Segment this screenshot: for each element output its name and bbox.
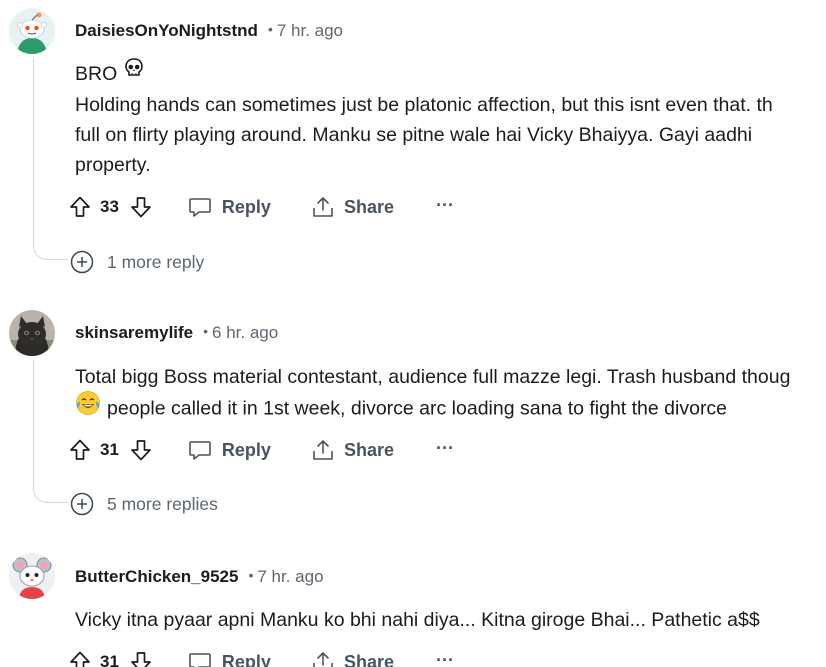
downvote-icon[interactable] — [125, 434, 157, 466]
more-options-label: ··· — [435, 437, 454, 458]
downvote-icon[interactable] — [125, 646, 157, 667]
share-label: Share — [343, 651, 394, 667]
avatar[interactable] — [9, 553, 55, 599]
upvote-icon[interactable] — [64, 646, 96, 667]
snoo-avatar-green-icon — [9, 8, 55, 54]
comment-text: people called it in 1st week, divorce ar… — [107, 397, 728, 420]
separator-dot: • — [267, 21, 273, 37]
downvote-icon[interactable] — [125, 191, 157, 223]
more-options-label: ··· — [435, 649, 454, 667]
comment-line: BRO — [75, 57, 826, 90]
reply-label: Reply — [221, 439, 271, 460]
vote-count: 31 — [100, 652, 119, 667]
skull-emoji — [123, 57, 145, 88]
expand-plus-icon — [70, 250, 94, 274]
avatar[interactable] — [9, 8, 55, 54]
comment-text: BRO — [75, 63, 118, 85]
vote-count: 31 — [100, 440, 119, 459]
timestamp[interactable]: 7 hr. ago — [277, 21, 343, 40]
separator-dot: • — [248, 567, 254, 583]
vote-group: 33 — [64, 189, 157, 225]
comment-actions: 31 Reply Share ··· — [64, 644, 454, 667]
share-icon — [313, 652, 333, 667]
more-options-icon[interactable]: ··· — [436, 642, 454, 667]
username[interactable]: ButterChicken_9525 — [75, 567, 238, 586]
share-button[interactable]: Share — [311, 432, 394, 468]
more-replies-button[interactable]: 5 more replies — [70, 491, 218, 517]
more-replies-label: 1 more reply — [107, 251, 205, 272]
upvote-icon[interactable] — [64, 434, 96, 466]
more-options-label: ··· — [435, 194, 454, 215]
username[interactable]: DaisiesOnYoNightstnd — [75, 21, 258, 40]
vote-group: 31 — [64, 432, 157, 468]
comment-body: Total bigg Boss material contestant, aud… — [75, 362, 826, 427]
username[interactable]: skinsaremylife — [75, 323, 193, 342]
comment-actions: 31 Reply Share ··· — [64, 432, 454, 468]
share-icon — [313, 440, 333, 460]
comment-meta: skinsaremylife • 6 hr. ago — [75, 321, 278, 345]
reply-button[interactable]: Reply — [187, 644, 271, 667]
vote-count: 33 — [100, 197, 119, 216]
expand-plus-icon — [70, 492, 94, 516]
share-button[interactable]: Share — [311, 644, 394, 667]
comment-meta: ButterChicken_9525 • 7 hr. ago — [75, 565, 324, 589]
vote-group: 31 — [64, 644, 157, 667]
reply-label: Reply — [221, 196, 271, 217]
comment-line: Total bigg Boss material contestant, aud… — [75, 366, 791, 388]
comment-line: full on flirty playing around. Manku se … — [75, 124, 753, 147]
comment-body: BRO Holding hands can sometimes just be … — [75, 57, 826, 180]
timestamp[interactable]: 7 hr. ago — [257, 567, 323, 586]
reply-label: Reply — [221, 651, 271, 667]
comment-line: Vicky itna pyaar apni Manku ko bhi nahi … — [75, 609, 760, 631]
avatar[interactable] — [9, 310, 55, 356]
more-options-icon[interactable]: ··· — [436, 187, 454, 223]
more-replies-label: 5 more replies — [107, 493, 218, 514]
comment-actions: 33 Reply Share ··· — [64, 189, 454, 225]
thread-line — [33, 360, 68, 503]
timestamp[interactable]: 6 hr. ago — [212, 323, 278, 342]
upvote-icon[interactable] — [64, 191, 96, 223]
reply-button[interactable]: Reply — [187, 432, 271, 468]
more-replies-button[interactable]: 1 more reply — [70, 249, 204, 275]
share-label: Share — [343, 439, 394, 460]
snoo-avatar-mouse-icon — [9, 553, 55, 599]
reply-button[interactable]: Reply — [187, 189, 271, 225]
comment-body: Vicky itna pyaar apni Manku ko bhi nahi … — [75, 605, 826, 635]
reply-icon — [189, 653, 211, 667]
cat-photo-avatar-icon — [9, 310, 55, 356]
more-options-icon[interactable]: ··· — [436, 430, 454, 466]
separator-dot: • — [203, 323, 209, 339]
comment-meta: DaisiesOnYoNightstnd • 7 hr. ago — [75, 19, 343, 43]
reply-icon — [189, 198, 211, 217]
share-button[interactable]: Share — [311, 189, 394, 225]
comment-line: people called it in 1st week, divorce ar… — [75, 390, 826, 427]
comment-line: property. — [75, 154, 151, 177]
thread-line — [33, 58, 68, 260]
crying-laughing-emoji — [75, 390, 101, 425]
comment-line: Holding hands can sometimes just be plat… — [75, 94, 773, 117]
comment-thread: DaisiesOnYoNightstnd • 7 hr. ago BRO Holdi… — [0, 0, 826, 667]
share-icon — [313, 197, 333, 217]
share-label: Share — [343, 196, 394, 217]
reply-icon — [189, 441, 211, 460]
